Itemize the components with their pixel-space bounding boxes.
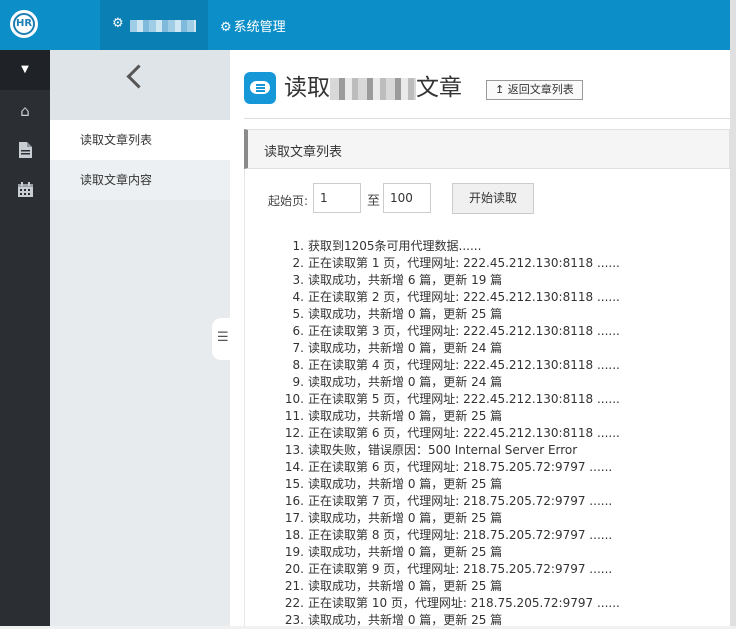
page-title: 读取 文章 (284, 72, 462, 104)
log-item: 14. 正在读取第 6 页，代理网址: 218.75.205.72:9797 ..… (284, 460, 613, 474)
back-arrow-icon: ↥ (495, 83, 505, 96)
nav-item-blurred[interactable]: ⚙ (100, 0, 208, 50)
log-item: 15. 读取成功，共新增 0 篇，更新 25 篇 (284, 477, 503, 491)
sub-menu: 读取文章列表 读取文章内容 (50, 50, 230, 626)
page-title-prefix: 读取 (284, 75, 330, 101)
list-icon: ☰ (217, 330, 229, 345)
log-item: 4. 正在读取第 2 页，代理网址: 222.45.212.130:8118 ..… (292, 290, 620, 304)
log-item: 22. 正在读取第 10 页，代理网址: 218.75.205.72:9797 .… (284, 596, 620, 610)
main-content: 读取 文章 ↥ 返回文章列表 读取文章列表 起始页: 至 开始读取 1.获取到12… (230, 50, 730, 629)
nav-item-system-label: 系统管理 (233, 20, 286, 35)
log-item: 23. 读取成功，共新增 0 篇，更新 25 篇 (284, 613, 503, 627)
cogs-icon: ⚙ (220, 20, 232, 35)
top-header: HR ⚙ ⚙ 系统管理 (0, 0, 730, 50)
to-label: 至 (367, 194, 381, 209)
home-icon[interactable]: ⌂ (0, 102, 50, 120)
window-edge (730, 0, 736, 626)
menu-item-article-content[interactable]: 读取文章内容 (50, 160, 230, 200)
start-page-input[interactable] (313, 183, 361, 213)
start-read-button[interactable]: 开始读取 (452, 183, 534, 214)
log-item: 19. 读取成功，共新增 0 篇，更新 25 篇 (284, 545, 503, 559)
blurred-label (130, 20, 196, 32)
menu-item-article-list[interactable]: 读取文章列表 (50, 120, 230, 160)
page-title-suffix: 文章 (416, 75, 462, 101)
log-item: 11. 读取成功，共新增 0 篇，更新 25 篇 (284, 409, 503, 423)
back-button[interactable] (50, 50, 230, 120)
log-item: 8. 正在读取第 4 页，代理网址: 222.45.212.130:8118 ..… (292, 358, 620, 372)
nav-item-system[interactable]: ⚙ 系统管理 (220, 16, 286, 35)
log-item: 2. 正在读取第 1 页，代理网址: 222.45.212.130:8118 ..… (292, 256, 620, 270)
log-item: 16. 正在读取第 7 页，代理网址: 218.75.205.72:9797 ..… (284, 494, 613, 508)
back-to-list-button[interactable]: ↥ 返回文章列表 (486, 80, 583, 100)
log-item: 17. 读取成功，共新增 0 篇，更新 25 篇 (284, 511, 503, 525)
log-item: 10. 正在读取第 5 页，代理网址: 222.45.212.130:8118 .… (284, 392, 620, 406)
log-item: 13. 读取失败，错误原因：500 Internal Server Error (284, 443, 578, 457)
log-item: 6. 正在读取第 3 页，代理网址: 222.45.212.130:8118 ..… (292, 324, 620, 338)
cloud-database-icon (244, 72, 276, 104)
chevron-left-icon (126, 64, 151, 89)
log-item: 18. 正在读取第 8 页，代理网址: 218.75.205.72:9797 ..… (284, 528, 613, 542)
log-item: 3. 读取成功，共新增 6 篇，更新 19 篇 (292, 273, 503, 287)
blurred-title-part (330, 77, 416, 100)
log-item: 12. 正在读取第 6 页，代理网址: 222.45.212.130:8118 .… (284, 426, 620, 440)
icon-rail: ▼ ⌂ (0, 50, 50, 626)
log-item: 1. 获取到1205条可用代理数据...... (292, 239, 482, 253)
sidebar-collapse-handle[interactable]: ☰ (212, 318, 230, 360)
start-page-label: 起始页: (268, 194, 309, 208)
back-to-list-label: 返回文章列表 (507, 83, 574, 96)
cogs-icon: ⚙ (112, 16, 124, 31)
log-list: 1. 获取到1205条可用代理数据...... 2. 正在读取第 1 页，代理网址: … (276, 238, 726, 629)
divider (244, 118, 730, 119)
file-icon[interactable] (0, 142, 50, 162)
panel-header: 读取文章列表 (244, 129, 730, 169)
logo[interactable]: HR (10, 10, 38, 38)
calendar-icon[interactable] (0, 182, 50, 201)
log-item: 21. 读取成功，共新增 0 篇，更新 25 篇 (284, 579, 503, 593)
log-item: 9. 读取成功，共新增 0 篇，更新 24 篇 (292, 375, 503, 389)
panel-title: 读取文章列表 (264, 145, 343, 160)
log-item: 7. 读取成功，共新增 0 篇，更新 24 篇 (292, 341, 503, 355)
log-item: 20. 正在读取第 9 页，代理网址: 218.75.205.72:9797 ..… (284, 562, 613, 576)
caret-down-icon[interactable]: ▼ (0, 50, 50, 90)
logo-text: HR (13, 13, 35, 35)
end-page-input[interactable] (383, 183, 431, 213)
log-item: 5. 读取成功，共新增 0 篇，更新 25 篇 (292, 307, 503, 321)
